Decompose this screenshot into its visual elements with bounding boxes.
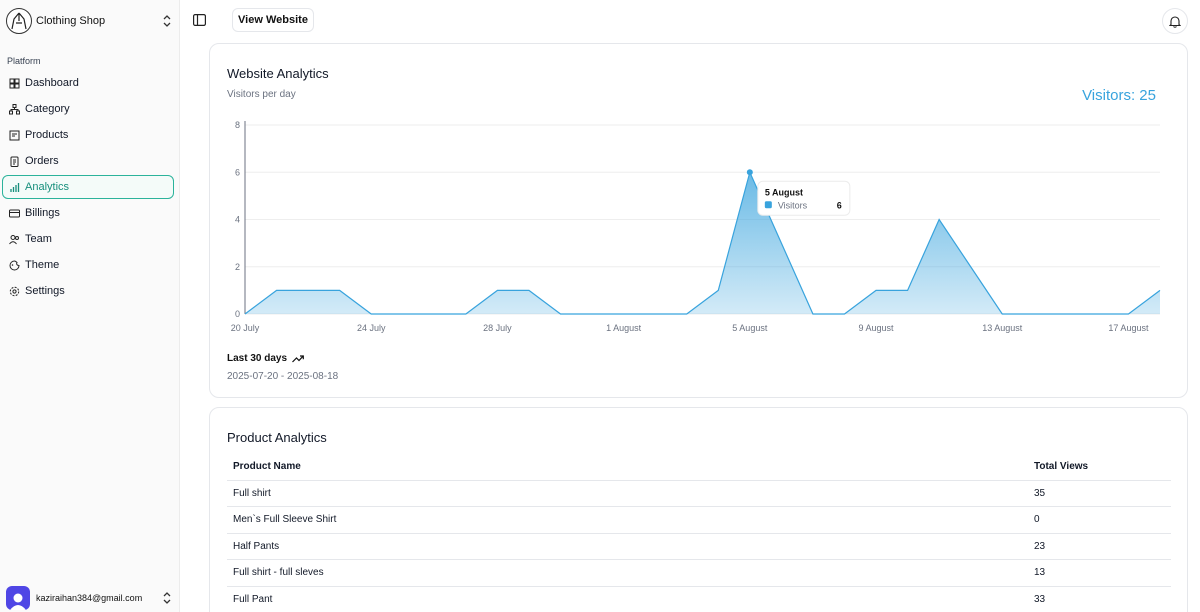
sidebar-toggle-icon[interactable] (191, 12, 207, 28)
x-tick-label: 28 July (483, 323, 512, 333)
x-tick-label: 13 August (982, 323, 1023, 333)
sidebar-item-label: Analytics (25, 181, 70, 193)
x-tick-label: 20 July (231, 323, 260, 333)
theme-icon (8, 259, 20, 271)
billing-icon (8, 207, 20, 219)
table-row[interactable]: Men`s Full Sleeve Shirt 0 (227, 506, 1171, 534)
sidebar-item-billings[interactable]: Billings (2, 201, 174, 225)
category-icon (8, 103, 20, 115)
y-tick-label: 6 (235, 167, 240, 177)
table-row[interactable]: Full shirt 35 (227, 480, 1171, 507)
table-row[interactable]: Full Pant 33 (227, 586, 1171, 612)
x-tick-label: 9 August (859, 323, 895, 333)
team-icon (8, 233, 20, 245)
sidebar-item-label: Settings (25, 285, 65, 297)
sidebar-item-label: Team (25, 233, 52, 245)
sidebar-item-products[interactable]: Products (2, 123, 174, 147)
user-menu[interactable]: kaziraihan384@gmail.com (6, 585, 174, 611)
total-views: 35 (1028, 480, 1171, 507)
product-name: Half Pants (227, 533, 1028, 560)
card-title: Product Analytics (227, 430, 327, 445)
sidebar-item-dashboard[interactable]: Dashboard (2, 71, 174, 95)
total-views: 13 (1028, 559, 1171, 587)
sidebar-item-label: Orders (25, 155, 59, 167)
analytics-icon (8, 181, 20, 193)
sidebar-item-label: Theme (25, 259, 60, 271)
sidebar-item-orders[interactable]: Orders (2, 149, 174, 173)
y-tick-label: 8 (235, 120, 240, 130)
sidebar-item-analytics[interactable]: Analytics (2, 175, 174, 199)
column-header: Product Name (227, 453, 1028, 481)
visitors-area (245, 172, 1160, 314)
orders-icon (8, 155, 20, 167)
tooltip-date: 5 August (765, 187, 803, 197)
chevron-up-down-icon[interactable] (160, 591, 174, 605)
sidebar-nav: Dashboard Category Products Orders Analy… (2, 71, 174, 305)
y-tick-label: 4 (235, 215, 240, 225)
x-tick-label: 17 August (1108, 323, 1149, 333)
settings-icon (8, 285, 20, 297)
shop-name: Clothing Shop (36, 15, 106, 27)
user-email: kaziraihan384@gmail.com (36, 593, 143, 603)
x-tick-label: 5 August (732, 323, 768, 333)
visitors-line (244, 170, 1161, 315)
trend-text: Last 30 days (227, 353, 288, 364)
product-name: Full shirt (227, 480, 1028, 507)
column-header: Total Views (1028, 453, 1171, 481)
chevron-up-down-icon[interactable] (160, 14, 174, 28)
dashboard-icon (8, 77, 20, 89)
product-analytics-card: Product Analytics Product Name Total Vie… (209, 407, 1188, 612)
sidebar-item-label: Billings (25, 207, 60, 219)
visitors-area-chart[interactable]: 0 2 4 6 8 20 July 24 July 28 July 1 August 5 Augu… (210, 44, 1187, 344)
product-name: Full shirt - full sleves (227, 559, 1028, 587)
website-analytics-card: Website Analytics Visitors per day Visit… (209, 43, 1188, 398)
sidebar-item-category[interactable]: Category (2, 97, 174, 121)
x-tick-label: 24 July (357, 323, 386, 333)
total-views: 23 (1028, 533, 1171, 560)
sidebar: Clothing Shop Platform Dashboard Categor… (0, 0, 180, 612)
table-row[interactable]: Half Pants 23 (227, 533, 1171, 560)
avatar (6, 586, 30, 610)
sidebar-item-theme[interactable]: Theme (2, 253, 174, 277)
tooltip-value: 6 (837, 200, 842, 210)
sidebar-item-label: Dashboard (25, 77, 79, 89)
active-point (746, 169, 753, 176)
bell-icon[interactable] (1162, 8, 1188, 34)
trending-up-icon (292, 354, 304, 362)
shop-switcher[interactable]: Clothing Shop (6, 7, 174, 35)
y-tick-label: 2 (235, 262, 240, 272)
y-tick-label: 0 (235, 309, 240, 319)
product-name: Men`s Full Sleeve Shirt (227, 506, 1028, 534)
sidebar-item-settings[interactable]: Settings (2, 279, 174, 303)
shop-logo (6, 8, 32, 34)
sidebar-item-team[interactable]: Team (2, 227, 174, 251)
table-row[interactable]: Full shirt - full sleves 13 (227, 559, 1171, 587)
product-name: Full Pant (227, 586, 1028, 612)
table-header-row: Product Name Total Views (227, 453, 1171, 481)
date-range: 2025-07-20 - 2025-08-18 (227, 371, 339, 382)
view-website-button[interactable]: View Website (232, 8, 314, 32)
sidebar-section-label: Platform (7, 56, 41, 66)
sidebar-item-label: Category (25, 103, 70, 115)
total-views: 33 (1028, 586, 1171, 612)
products-icon (8, 129, 20, 141)
product-analytics-table: Product Name Total Views Full shirt 35 M… (227, 453, 1171, 612)
trend-label: Last 30 days (227, 353, 304, 364)
total-views: 0 (1028, 506, 1171, 534)
tooltip-swatch (764, 201, 772, 209)
sidebar-item-label: Products (25, 129, 69, 141)
tooltip-series: Visitors (778, 200, 808, 210)
x-tick-label: 1 August (606, 323, 642, 333)
